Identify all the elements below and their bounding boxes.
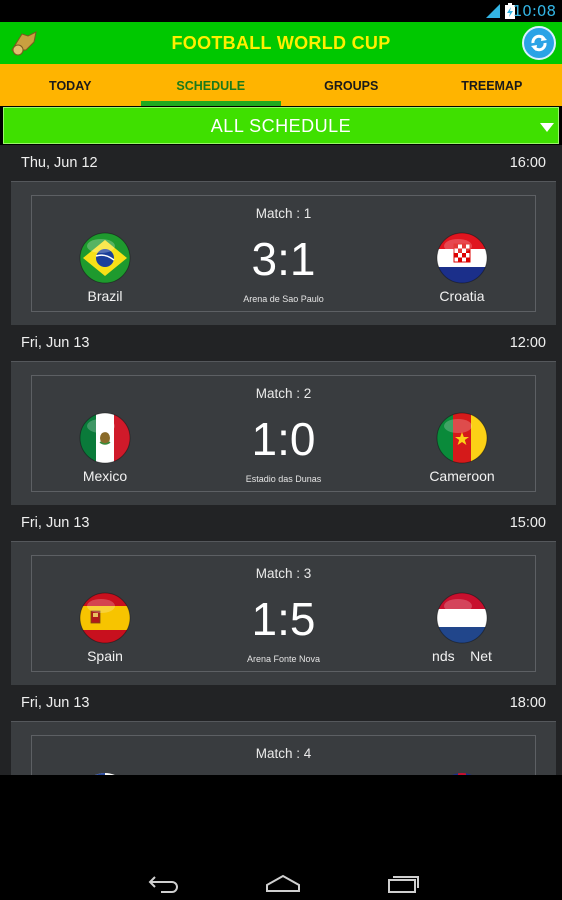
tab-today[interactable]: TODAY <box>0 64 141 106</box>
match-card-inner: Match : 3 Spain 1:5 nds Net Arena Fonte … <box>31 555 536 672</box>
refresh-icon <box>531 34 547 52</box>
day-header: Fri, Jun 13 12:00 <box>0 325 562 361</box>
match-number: Match : 4 <box>255 746 312 761</box>
app-title: FOOTBALL WORLD CUP <box>171 33 391 53</box>
match-date: Fri, Jun 13 <box>21 515 90 531</box>
croatia-flag-icon <box>436 232 488 284</box>
home-icon <box>266 874 300 892</box>
refresh-button[interactable] <box>522 26 556 60</box>
tab-treemap[interactable]: TREEMAP <box>422 64 562 106</box>
signal-icon <box>486 4 500 18</box>
cameroon-flag-icon <box>436 412 488 464</box>
match-time: 12:00 <box>509 335 546 351</box>
recent-apps-button[interactable] <box>383 871 423 895</box>
tab-groups[interactable]: GROUPS <box>281 64 422 106</box>
match-card-inner: Match : 2 Mexico 1:0 Cameroon Estadio da… <box>31 375 536 492</box>
clock: 10:08 <box>512 2 556 20</box>
match-number: Match : 2 <box>255 386 312 401</box>
system-nav-bar <box>0 775 562 900</box>
app-bar: FOOTBALL WORLD CUP <box>0 22 562 64</box>
filter-label: ALL SCHEDULE <box>210 116 352 136</box>
match-venue: Arena de Sao Paulo <box>243 294 324 304</box>
match-number: Match : 3 <box>255 566 312 581</box>
status-bar: 10:08 <box>0 0 562 22</box>
match-card[interactable]: Match : 1 Brazil 3:1 Croatia Arena de Sa… <box>11 181 556 325</box>
match-card[interactable]: Match : 4 <box>11 721 556 775</box>
dropdown-arrow-icon <box>540 123 554 132</box>
day-header: Thu, Jun 12 16:00 <box>0 145 562 181</box>
recent-apps-icon <box>388 876 419 893</box>
back-button[interactable] <box>144 871 184 895</box>
netherlands-flag-icon <box>436 592 488 644</box>
match-card[interactable]: Match : 2 Mexico 1:0 Cameroon Estadio da… <box>11 361 556 505</box>
schedule-list[interactable]: Thu, Jun 12 16:00 Match : 1 Brazil 3:1 C… <box>0 145 562 775</box>
home-button[interactable] <box>263 871 303 895</box>
match-date: Fri, Jun 13 <box>21 695 90 711</box>
match-date: Thu, Jun 12 <box>21 155 98 171</box>
match-number: Match : 1 <box>255 206 312 221</box>
tab-bar: TODAY SCHEDULE GROUPS TREEMAP <box>0 64 562 106</box>
back-icon <box>148 876 178 893</box>
tab-schedule[interactable]: SCHEDULE <box>140 64 282 106</box>
match-time: 18:00 <box>509 695 546 711</box>
day-header: Fri, Jun 13 15:00 <box>0 505 562 541</box>
match-date: Fri, Jun 13 <box>21 335 90 351</box>
match-card-inner: Match : 1 Brazil 3:1 Croatia Arena de Sa… <box>31 195 536 312</box>
match-card[interactable]: Match : 3 Spain 1:5 nds Net Arena Fonte … <box>11 541 556 685</box>
day-header: Fri, Jun 13 18:00 <box>0 685 562 721</box>
match-venue: Estadio das Dunas <box>245 474 322 484</box>
match-time: 16:00 <box>509 155 546 171</box>
match-venue: Arena Fonte Nova <box>246 654 321 664</box>
schedule-filter-dropdown[interactable]: ALL SCHEDULE <box>3 107 559 144</box>
match-card-inner: Match : 4 <box>31 735 536 775</box>
match-time: 15:00 <box>509 515 546 531</box>
